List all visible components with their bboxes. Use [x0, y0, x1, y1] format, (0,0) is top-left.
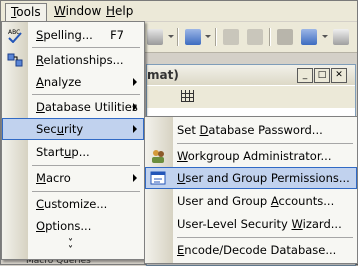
toolbar-link-icon[interactable]: [247, 29, 263, 45]
database-window-title: mat): [147, 68, 179, 82]
menu-item-label: User-Level Security Wizard...: [177, 217, 342, 231]
toolbar-new-object-icon[interactable]: [301, 29, 317, 45]
menu-window-label: indow: [65, 4, 102, 18]
toolbar-dropdown-icon[interactable]: [168, 35, 174, 38]
menu-item-startup[interactable]: Startup...: [2, 141, 144, 163]
toolbar-separator: [269, 28, 270, 46]
menu-tools[interactable]: Tools: [5, 3, 47, 21]
menu-item-label: Options...: [36, 219, 92, 233]
relationships-icon: [7, 53, 23, 67]
toolbar-paste-icon[interactable]: [147, 29, 163, 45]
menu-item-encode-decode-database[interactable]: Encode/Decode Database...: [145, 239, 357, 261]
menu-item-user-group-accounts[interactable]: User and Group Accounts...: [145, 190, 357, 212]
toolbar-separator: [177, 28, 178, 46]
menu-item-spelling[interactable]: ABC Spelling... F7: [2, 24, 144, 46]
menu-item-analyze[interactable]: Analyze: [2, 71, 144, 93]
maximize-icon[interactable]: □: [314, 68, 330, 83]
menu-item-customize[interactable]: Customize...: [2, 193, 144, 215]
menu-window[interactable]: Window: [49, 3, 106, 20]
menu-item-relationships[interactable]: Relationships...: [2, 49, 144, 71]
permissions-icon: [150, 171, 166, 185]
menu-separator: [32, 191, 140, 192]
menu-item-workgroup-administrator[interactable]: Workgroup Administrator...: [145, 145, 357, 167]
menu-item-set-database-password[interactable]: Set Database Password...: [145, 119, 357, 141]
menu-item-label: Set Database Password...: [177, 123, 323, 137]
menu-item-label: Customize...: [36, 197, 108, 211]
menu-item-shortcut: F7: [110, 28, 124, 42]
menu-separator: [32, 47, 140, 48]
menu-tools-label: ools: [16, 5, 41, 19]
menu-help-label: elp: [115, 4, 134, 18]
menu-item-label: Encode/Decode Database...: [177, 243, 337, 257]
toolbar-relationships-icon[interactable]: [185, 29, 201, 45]
menu-item-label: Security: [36, 122, 84, 136]
menu-window-accel: W: [54, 4, 66, 18]
chevron-down-double-icon: ˅ ˅: [68, 238, 73, 256]
menu-item-user-level-security-wizard[interactable]: User-Level Security Wizard...: [145, 213, 357, 235]
submenu-arrow-icon: [133, 78, 137, 86]
menu-help-accel: H: [106, 4, 116, 18]
tools-menu: ABC Spelling... F7 Relationships... Anal…: [1, 21, 145, 260]
toolbar-help-icon[interactable]: [333, 29, 349, 45]
menu-bar: Tools Window Help: [1, 1, 357, 21]
security-submenu: Set Database Password... Workgroup Admin…: [144, 116, 358, 264]
submenu-arrow-icon: [133, 125, 137, 133]
menu-item-label: User and Group Permissions...: [177, 171, 350, 185]
menu-item-options[interactable]: Options...: [2, 215, 144, 237]
submenu-arrow-icon: [133, 174, 137, 182]
menu-separator: [177, 237, 353, 238]
menu-item-label: Spelling...: [36, 28, 93, 42]
menu-item-label: Startup...: [36, 145, 90, 159]
toolbar-properties-icon[interactable]: [277, 29, 293, 45]
menu-item-user-group-permissions[interactable]: User and Group Permissions...: [145, 167, 357, 189]
menu-separator: [32, 94, 140, 95]
details-view-icon[interactable]: [181, 90, 194, 102]
menu-expand-button[interactable]: ˅ ˅: [2, 237, 144, 256]
database-window-titlebar: mat) _ □ ✕: [147, 65, 355, 85]
toolbar-dropdown-icon[interactable]: [322, 35, 328, 38]
menu-item-label: Relationships...: [36, 53, 124, 67]
toolbar-dropdown-icon[interactable]: [205, 35, 211, 38]
menu-item-label: Database Utilities: [36, 100, 138, 114]
menu-item-security[interactable]: Security: [2, 118, 144, 140]
submenu-arrow-icon: [133, 103, 137, 111]
toolbar-separator: [215, 28, 216, 46]
menu-item-macro[interactable]: Macro: [2, 167, 144, 189]
menu-item-label: Workgroup Administrator...: [177, 149, 332, 163]
menu-item-database-utilities[interactable]: Database Utilities: [2, 96, 144, 118]
workgroup-admin-icon: [152, 150, 164, 163]
menu-separator: [177, 143, 353, 144]
toolbar-analyze-icon[interactable]: [223, 29, 239, 45]
spelling-abc-icon: ABC: [8, 29, 22, 43]
menu-item-label: Analyze: [36, 75, 82, 89]
minimize-icon[interactable]: _: [297, 68, 313, 83]
database-window-toolbar: [147, 86, 355, 108]
menu-item-label: User and Group Accounts...: [177, 194, 335, 208]
menu-help[interactable]: Help: [101, 3, 138, 20]
menu-item-label: Macro: [36, 171, 71, 185]
menu-separator: [32, 165, 140, 166]
close-icon[interactable]: ✕: [331, 68, 347, 83]
